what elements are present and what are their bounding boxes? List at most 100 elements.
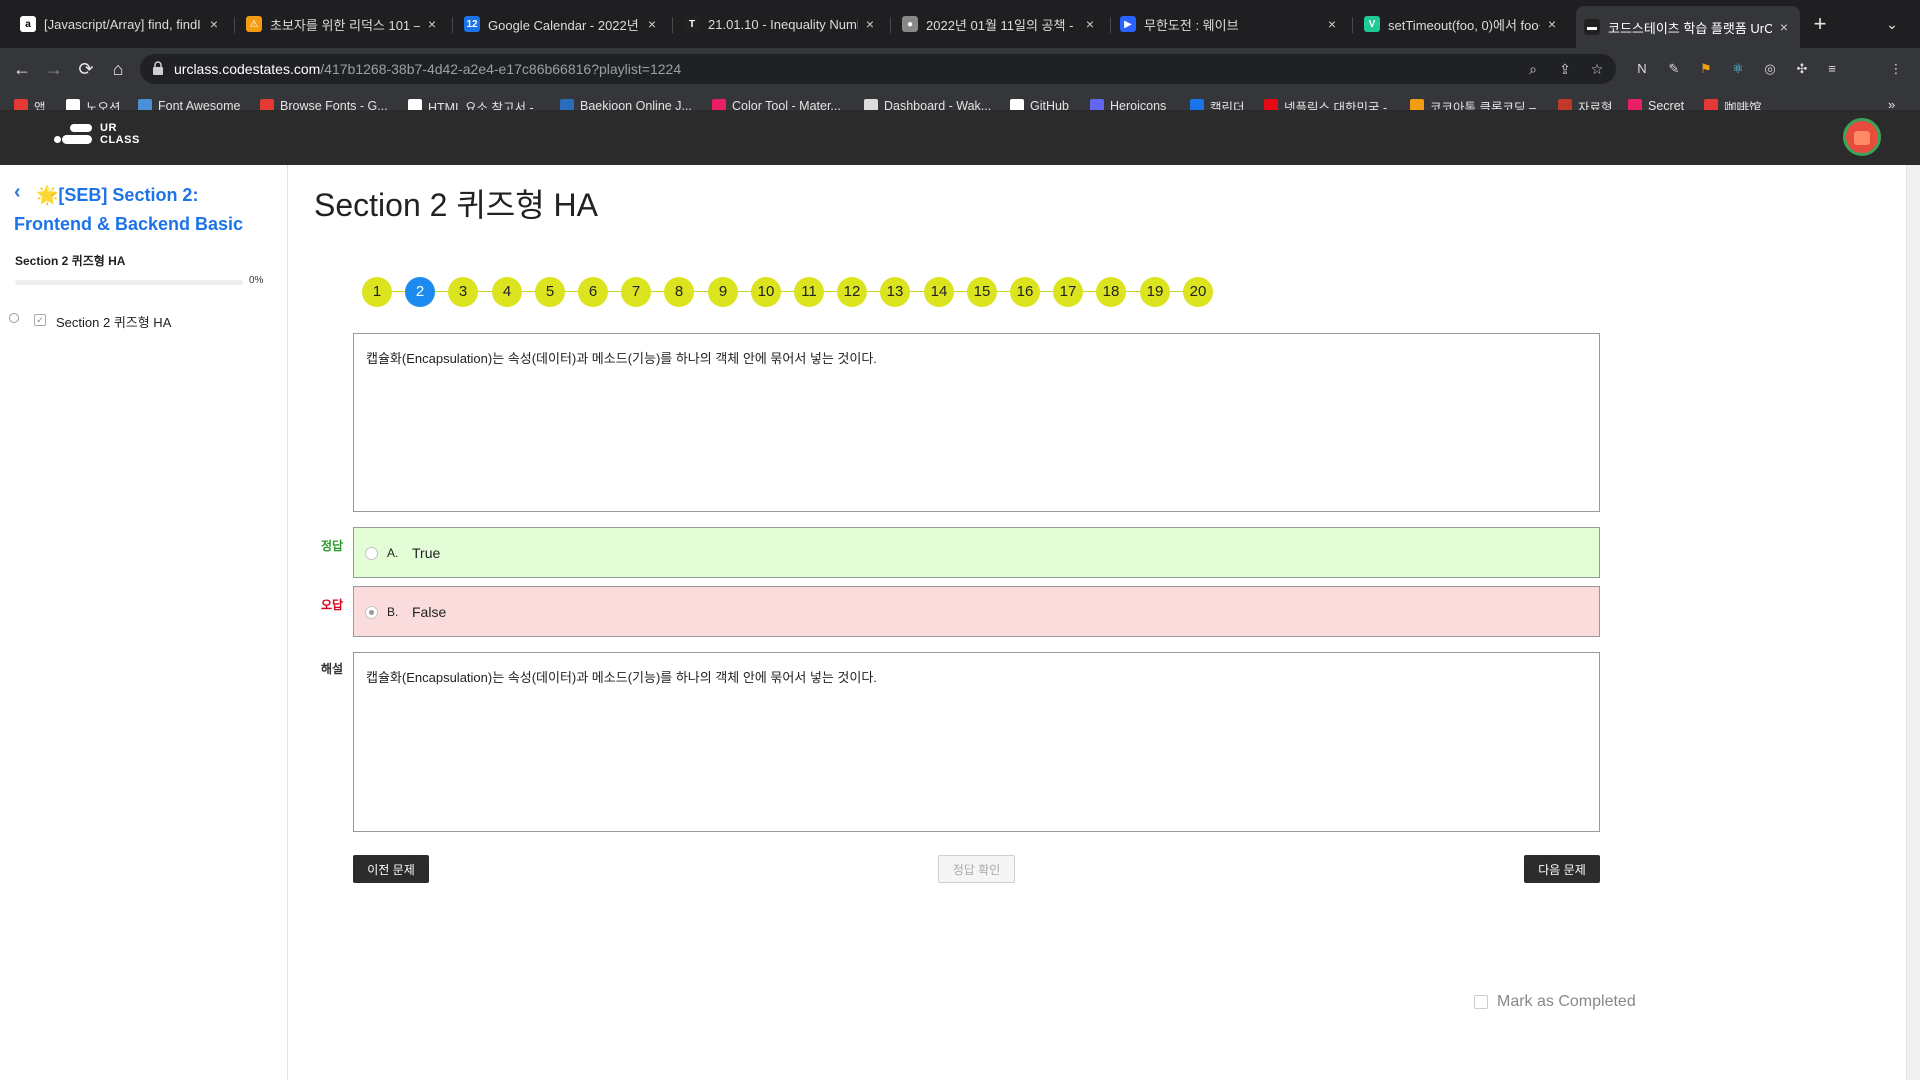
bookmark-star-icon[interactable]: ☆ (1588, 60, 1606, 78)
question-navigator: 1 2 3 4 5 6 7 8 9 10 11 12 13 14 15 16 17 18 19 20 (362, 277, 1213, 307)
explanation-label: 해설 (321, 662, 344, 676)
flag-extension-icon[interactable]: ⚑ (1696, 59, 1716, 79)
browser-tab-bar: a [Javascript/Array] find, findI × ⚠ 초보자를 위한… (0, 0, 1920, 48)
tab-close-icon[interactable]: × (1082, 16, 1098, 32)
browser-tab[interactable]: ⚠ 초보자를 위한 리덕스 101 – 노마× (238, 8, 448, 40)
question-box: 캡슐화(Encapsulation)는 속성(데이터)과 메소드(기능)를 하나… (353, 333, 1600, 512)
browser-menu-icon[interactable]: ⋮ (1886, 59, 1906, 79)
page-title: Section 2 퀴즈형 HA (314, 187, 598, 223)
tab-separator (1110, 17, 1111, 33)
lesson-item[interactable]: ✓ Section 2 퀴즈형 HA (0, 307, 288, 331)
tab-close-icon[interactable]: × (1544, 16, 1560, 32)
zoom-icon[interactable]: ⌕ (1524, 60, 1542, 78)
course-sidebar: ‹ 🌟[SEB] Section 2: Frontend & Backend B… (0, 165, 288, 1080)
browser-tab[interactable]: ▶ 무한도전 : 웨이브 × (1112, 8, 1348, 40)
browser-tab[interactable]: VsetTimeout(foo, 0)에서 foo는 × (1356, 8, 1568, 40)
browser-tab[interactable]: ▬ 코드스테이츠 학습 플랫폼 UrClass× (1576, 6, 1800, 48)
tab-separator (890, 17, 891, 33)
question-number-button[interactable]: 4 (492, 277, 522, 307)
share-icon[interactable]: ⇪ (1556, 60, 1574, 78)
home-icon[interactable]: ⌂ (106, 57, 130, 81)
question-number-button[interactable]: 10 (751, 277, 781, 307)
tab-separator (1352, 17, 1353, 33)
tab-close-icon[interactable]: × (1776, 19, 1792, 35)
question-number-button[interactable]: 16 (1010, 277, 1040, 307)
urclass-logo[interactable]: UR CLASS (52, 122, 152, 152)
question-number-button[interactable]: 5 (535, 277, 565, 307)
page-scrollbar[interactable] (1906, 165, 1920, 1080)
choice-a[interactable]: A. True (353, 527, 1600, 578)
question-number-button[interactable]: 9 (708, 277, 738, 307)
course-title[interactable]: 🌟[SEB] Section 2: Frontend & Backend Bas… (14, 181, 274, 239)
tab-favicon-icon: ▬ (1584, 19, 1600, 35)
choice-a-radio[interactable] (365, 547, 378, 560)
tab-favicon-icon: a (20, 16, 36, 32)
correct-answer-label: 정답 (321, 539, 344, 553)
tab-favicon-icon: T (684, 16, 700, 32)
previous-question-button[interactable]: 이전 문제 (353, 855, 429, 883)
tab-title: 무한도전 : 웨이브 (1144, 17, 1239, 33)
mark-completed[interactable]: Mark as Completed (1474, 993, 1636, 1011)
address-bar[interactable]: urclass.codestates.com/417b1268-38b7-4d4… (140, 54, 1616, 84)
question-number-button[interactable]: 6 (578, 277, 608, 307)
new-tab-button[interactable]: + (1808, 12, 1832, 36)
choice-b-text: False (412, 604, 447, 620)
choice-b-radio[interactable] (365, 606, 378, 619)
lesson-status-radio (9, 313, 19, 323)
question-number-button[interactable]: 15 (967, 277, 997, 307)
tab-favicon-icon: V (1364, 16, 1380, 32)
question-number-button[interactable]: 13 (880, 277, 910, 307)
reload-icon[interactable]: ⟳ (74, 57, 98, 81)
browser-tab[interactable]: a [Javascript/Array] find, findI × (12, 8, 230, 40)
user-avatar[interactable] (1843, 118, 1881, 156)
browser-tab[interactable]: T 21.01.10 - Inequality Number× (676, 8, 886, 40)
choice-b[interactable]: B. False (353, 586, 1600, 637)
lock-icon (153, 61, 163, 75)
wrong-answer-label: 오답 (321, 598, 344, 612)
question-number-button[interactable]: 11 (794, 277, 824, 307)
browser-tab[interactable]: ● 2022년 01월 11일의 공책 - 📖 × (894, 8, 1106, 40)
mark-completed-label: Mark as Completed (1497, 993, 1636, 1010)
question-number-button[interactable]: 7 (621, 277, 651, 307)
back-arrow-icon[interactable]: ← (10, 57, 34, 81)
question-number-button[interactable]: 8 (664, 277, 694, 307)
tab-close-icon[interactable]: × (862, 16, 878, 32)
browser-toolbar: ← → ⟳ ⌂ urclass.codestates.com/417b1268-… (0, 48, 1920, 119)
tab-favicon-icon: ⚠ (246, 16, 262, 32)
tab-favicon-icon: 12 (464, 16, 480, 32)
mark-completed-checkbox[interactable] (1474, 995, 1488, 1009)
section-label: Section 2 퀴즈형 HA (15, 254, 126, 268)
tab-separator (672, 17, 673, 33)
media-control-icon[interactable]: ≡ (1822, 59, 1842, 79)
react-devtools-icon[interactable]: ⚛ (1728, 59, 1748, 79)
question-number-button[interactable]: 14 (924, 277, 954, 307)
browser-tab[interactable]: 12 Google Calendar - 2022년 1월× (456, 8, 668, 40)
question-number-button[interactable]: 20 (1183, 277, 1213, 307)
question-number-button[interactable]: 12 (837, 277, 867, 307)
question-number-button[interactable]: 2 (405, 277, 435, 307)
notion-extension-icon[interactable]: N (1632, 59, 1652, 79)
tab-close-icon[interactable]: × (206, 16, 222, 32)
tab-close-icon[interactable]: × (1324, 16, 1340, 32)
tab-title: Google Calendar - 2022년 1월 (488, 17, 640, 33)
extensions-puzzle-icon[interactable]: ✣ (1792, 59, 1812, 79)
forward-arrow-icon[interactable]: → (42, 57, 66, 81)
next-question-button[interactable]: 다음 문제 (1524, 855, 1600, 883)
target-extension-icon[interactable]: ◎ (1760, 59, 1780, 79)
choice-a-letter: A. (387, 546, 399, 560)
question-text: 캡슐화(Encapsulation)는 속성(데이터)과 메소드(기능)를 하나… (366, 351, 877, 366)
tab-search-icon[interactable]: ⌄ (1880, 12, 1904, 36)
check-answer-button[interactable]: 정답 확인 (938, 855, 1015, 883)
tab-close-icon[interactable]: × (424, 16, 440, 32)
question-number-button[interactable]: 19 (1140, 277, 1170, 307)
pen-extension-icon[interactable]: ✎ (1664, 59, 1684, 79)
question-number-button[interactable]: 17 (1053, 277, 1083, 307)
checklist-icon: ✓ (34, 314, 46, 326)
question-number-button[interactable]: 1 (362, 277, 392, 307)
tab-close-icon[interactable]: × (644, 16, 660, 32)
question-number-button[interactable]: 3 (448, 277, 478, 307)
tab-title: 21.01.10 - Inequality Number (708, 16, 858, 32)
url-text: urclass.codestates.com/417b1268-38b7-4d4… (174, 61, 682, 77)
tab-title: 초보자를 위한 리덕스 101 – 노마 (270, 17, 420, 33)
question-number-button[interactable]: 18 (1096, 277, 1126, 307)
